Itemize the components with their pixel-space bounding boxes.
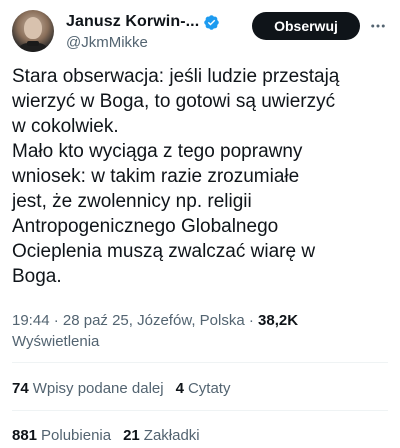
divider-middle [12, 410, 388, 411]
tweet-header: Janusz Korwin-... @JkmMikke Obserwuj [12, 10, 388, 58]
views-label: Wyświetlenia [12, 333, 100, 350]
avatar[interactable] [12, 10, 54, 52]
tweet-meta: 19:44 · 28 paź 25, Józefów, Polska · 38,… [12, 310, 388, 352]
likes-stat[interactable]: 881 Polubienia [12, 427, 111, 444]
tweet-text: Stara obserwacja: jeśli ludzie przestają… [12, 66, 340, 287]
more-options-glyph [371, 24, 385, 28]
meta-separator: · [53, 312, 63, 329]
reposts-count: 74 [12, 379, 29, 397]
tweet-date[interactable]: 28 paź 25 [63, 312, 129, 329]
meta-comma: , [128, 312, 138, 329]
author-display-name[interactable]: Janusz Korwin-... [66, 13, 199, 31]
divider-top [12, 362, 388, 363]
tweet-time[interactable]: 19:44 [12, 312, 50, 329]
verified-badge-icon [204, 14, 220, 30]
likes-count: 881 [12, 426, 38, 444]
views-count: 38,2K [258, 312, 299, 329]
bookmarks-count: 21 [123, 426, 140, 444]
author-name-row[interactable]: Janusz Korwin-... [66, 12, 220, 32]
tweet-location[interactable]: Józefów, Polska [137, 312, 245, 329]
reposts-label: Wpisy podane dalej [32, 379, 164, 397]
reposts-stat[interactable]: 74 Wpisy podane dalej [12, 380, 164, 397]
author-handle[interactable]: @JkmMikke [66, 34, 148, 51]
stats-row-shares: 74 Wpisy podane dalej 4 Cytaty [12, 377, 242, 399]
avatar-bowtie [27, 41, 39, 46]
likes-label: Polubienia [41, 426, 112, 444]
quotes-stat[interactable]: 4 Cytaty [176, 380, 231, 397]
more-options-icon[interactable] [368, 16, 388, 36]
quotes-label: Cytaty [187, 379, 231, 397]
stats-row-likes: 881 Polubienia 21 Zakładki [12, 424, 212, 446]
avatar-face [24, 17, 42, 39]
bookmarks-stat[interactable]: 21 Zakładki [123, 427, 200, 444]
bookmarks-label: Zakładki [143, 426, 200, 444]
follow-button[interactable]: Obserwuj [252, 12, 360, 40]
quotes-count: 4 [175, 379, 184, 397]
meta-separator: · [248, 312, 259, 329]
